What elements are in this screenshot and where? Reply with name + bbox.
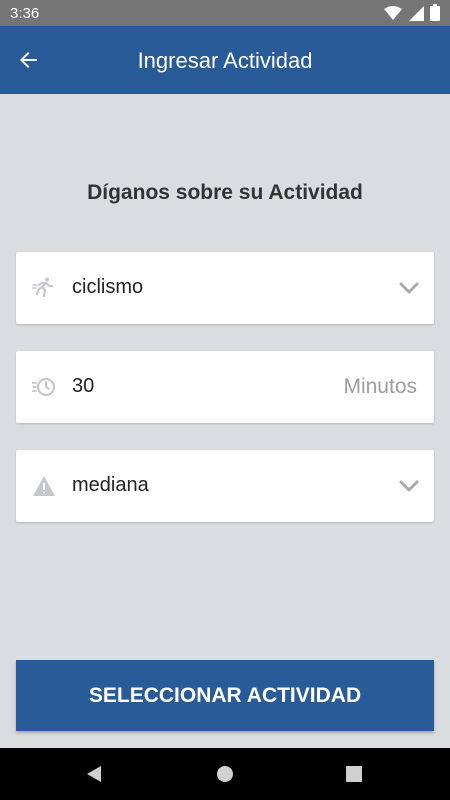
wifi-icon [384,5,402,20]
page-title: Ingresar Actividad [137,48,313,73]
home-circle-icon[interactable] [213,762,237,786]
recents-square-icon[interactable] [342,762,366,786]
navigation-bar [0,748,450,800]
battery-icon [430,4,440,21]
intensity-value: mediana [72,474,149,496]
duration-input[interactable]: 30 [72,375,94,398]
fast-clock-icon [32,375,56,399]
chevron-down-icon [398,278,420,298]
activity-select[interactable]: ciclismo [16,252,434,324]
duration-unit: Minutos [343,375,417,398]
running-person-icon [32,276,56,300]
duration-field[interactable]: 30 Minutos [16,351,434,423]
section-heading: Díganos sobre su Actividad [87,181,363,204]
warning-icon [32,474,56,498]
app-bar: Ingresar Actividad [0,26,450,94]
back-triangle-icon[interactable] [82,762,106,786]
status-bar: 3:36 [0,0,450,26]
chevron-down-icon [398,476,420,496]
status-icons [384,4,440,21]
select-activity-button[interactable]: SELECCIONAR ACTIVIDAD [16,660,434,731]
activity-value: ciclismo [72,276,144,298]
signal-icon [409,5,424,21]
status-time: 3:36 [10,5,40,22]
intensity-select[interactable]: mediana [16,450,434,522]
